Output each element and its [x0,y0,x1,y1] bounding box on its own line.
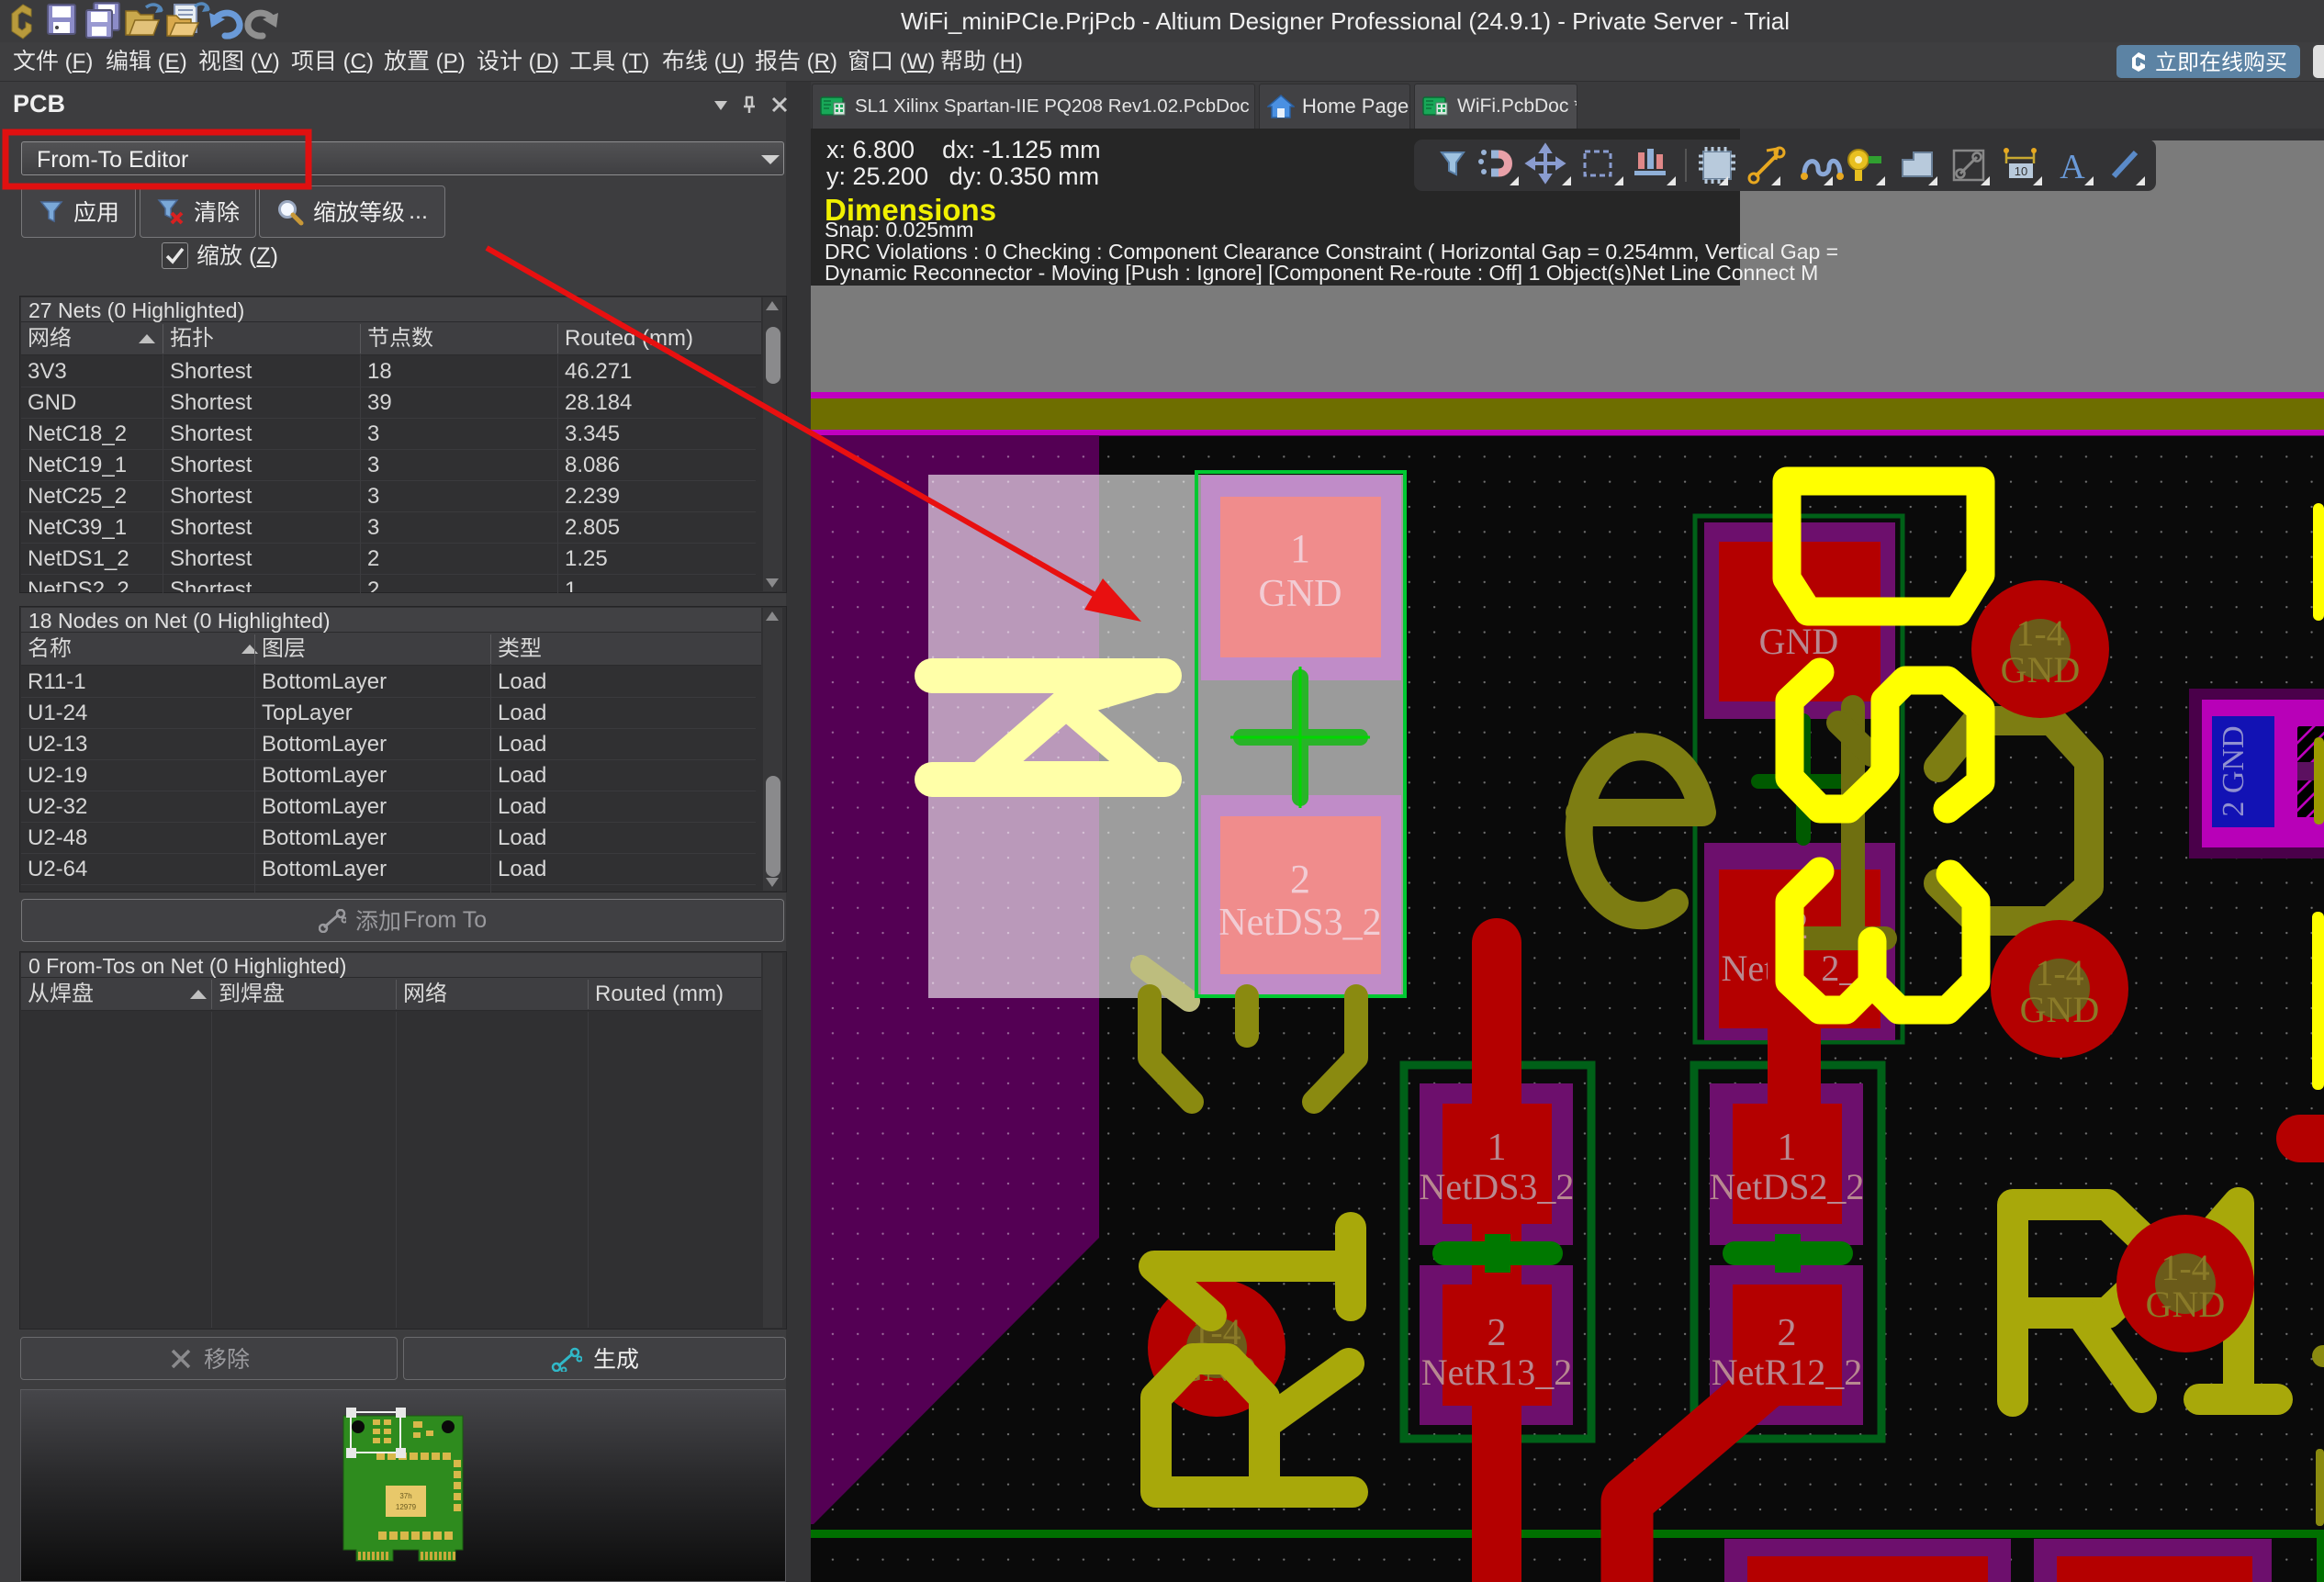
svg-text:GND: GND [2001,649,2081,690]
svg-text:GND: GND [1259,573,1342,615]
svg-text:1: 1 [1488,1127,1507,1169]
svg-text:NetDS3_2: NetDS3_2 [1218,902,1381,944]
svg-text:10: 10 [2015,164,2027,178]
svg-text:1-4: 1-4 [2035,952,2083,993]
svg-text:NetDS3_2: NetDS3_2 [1420,1166,1575,1207]
svg-text:1-4: 1-4 [2015,612,2064,654]
svg-text:NetDS2_2: NetDS2_2 [1710,1166,1865,1207]
svg-text:x: 6.800 dx: -1.125 mm: x: 6.800 dx: -1.125 mm [826,136,1101,163]
svg-text:1-4: 1-4 [2161,1247,2209,1288]
svg-text:1: 1 [1290,526,1310,571]
svg-text:A: A [2060,148,2085,186]
svg-text:Dynamic Reconnector - Moving [: Dynamic Reconnector - Moving [Push : Ign… [825,261,1818,285]
svg-text:1: 1 [1778,1127,1797,1169]
svg-text:12979: 12979 [396,1503,417,1511]
svg-text:2 GND: 2 GND [2217,725,2251,816]
svg-text:NetR13_2: NetR13_2 [1421,1352,1572,1393]
svg-text:GND: GND [2020,989,2100,1030]
svg-text:Snap: 0.025mm: Snap: 0.025mm [825,218,973,241]
svg-text:2: 2 [1488,1312,1507,1354]
svg-text:GND: GND [2146,1284,2226,1325]
svg-text:37h: 37h [399,1492,411,1500]
svg-text:2: 2 [1778,1312,1797,1354]
svg-text:GND: GND [1759,621,1839,662]
svg-text:NetR12_2: NetR12_2 [1712,1352,1862,1393]
svg-text:2: 2 [1290,857,1310,902]
svg-text:y: 25.200 dy: 0.350 mm: y: 25.200 dy: 0.350 mm [826,163,1099,190]
